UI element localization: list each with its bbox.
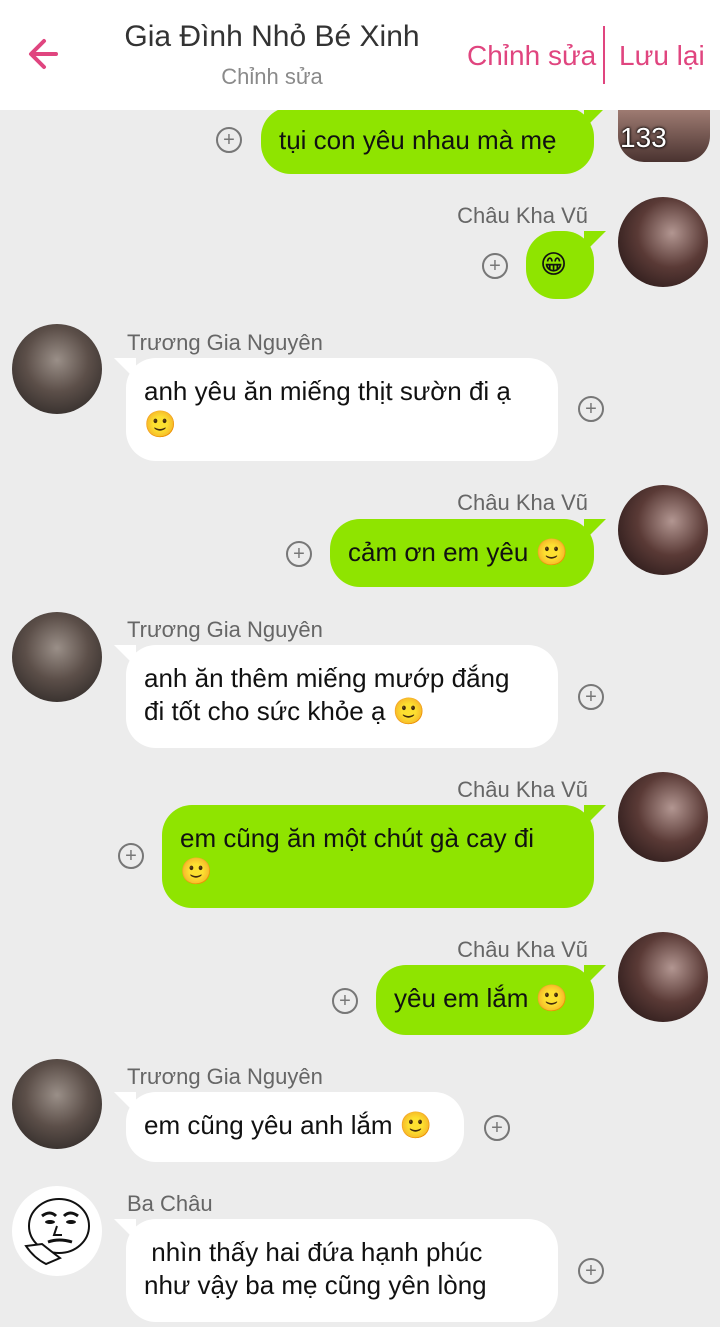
header-divider — [603, 26, 605, 84]
edit-button[interactable]: Chỉnh sửa — [467, 40, 596, 72]
message-bubble[interactable]: 😁 — [526, 231, 606, 299]
chat-header: Gia Đình Nhỏ Bé Xinh Chỉnh sửa Chỉnh sửa… — [0, 0, 720, 110]
back-arrow-icon — [29, 39, 58, 69]
message-bubble[interactable]: em cũng yêu anh lắm 🙂 — [114, 1092, 464, 1162]
back-button[interactable] — [22, 30, 66, 78]
message-text: tụi con yêu nhau mà mẹ — [279, 125, 557, 155]
message-text: em cũng yêu anh lắm 🙂 — [144, 1110, 433, 1140]
sender-name: Trương Gia Nguyên — [127, 330, 323, 355]
message-bubble[interactable]: yêu em lắm 🙂 — [376, 965, 606, 1035]
avatar[interactable] — [618, 197, 708, 287]
sender-name: Châu Kha Vũ — [457, 490, 588, 515]
group-subtitle: Chỉnh sửa — [221, 64, 323, 89]
add-reaction-button[interactable]: + — [578, 396, 604, 422]
add-reaction-button[interactable]: + — [484, 1115, 510, 1141]
message-text: 😁 — [540, 249, 568, 279]
sender-name: Châu Kha Vũ — [457, 203, 588, 228]
add-reaction-button[interactable]: + — [286, 541, 312, 567]
message-text: anh ăn thêm miếng mướp đắng đi tốt cho s… — [144, 663, 510, 726]
message-bubble[interactable]: tụi con yêu nhau mà mẹ — [261, 107, 606, 174]
avatar[interactable] — [12, 1186, 102, 1276]
message-bubble[interactable]: anh ăn thêm miếng mướp đắng đi tốt cho s… — [114, 645, 558, 748]
add-reaction-button[interactable]: + — [482, 253, 508, 279]
avatar[interactable] — [618, 485, 708, 575]
sender-name: Trương Gia Nguyên — [127, 617, 323, 642]
add-reaction-button[interactable]: + — [216, 127, 242, 153]
save-button[interactable]: Lưu lại — [619, 40, 705, 72]
meme-face-icon — [24, 1198, 90, 1266]
avatar-overlay-text: 133 joy — [620, 122, 667, 162]
message-text: yêu em lắm 🙂 — [394, 983, 568, 1013]
add-reaction-button[interactable]: + — [578, 1258, 604, 1284]
sender-name: Châu Kha Vũ — [457, 777, 588, 802]
group-title: Gia Đình Nhỏ Bé Xinh — [124, 20, 420, 53]
avatar[interactable]: 133 joy — [618, 110, 710, 162]
add-reaction-button[interactable]: + — [578, 684, 604, 710]
avatar[interactable] — [618, 772, 708, 862]
avatar[interactable] — [12, 1059, 102, 1149]
add-reaction-button[interactable]: + — [332, 988, 358, 1014]
message-bubble[interactable]: nhìn thấy hai đứa hạnh phúc như vậy ba m… — [114, 1219, 558, 1322]
message-text: em cũng ăn một chút gà cay đi 🙂 — [180, 823, 535, 886]
message-text: anh yêu ăn miếng thịt sườn đi ạ 🙂 — [144, 376, 511, 439]
message-bubble[interactable]: em cũng ăn một chút gà cay đi 🙂 — [162, 805, 606, 908]
avatar[interactable] — [12, 612, 102, 702]
message-bubble[interactable]: anh yêu ăn miếng thịt sườn đi ạ 🙂 — [114, 358, 558, 461]
message-bubble[interactable]: cảm ơn em yêu 🙂 — [330, 519, 606, 587]
add-reaction-button[interactable]: + — [118, 843, 144, 869]
message-text: cảm ơn em yêu 🙂 — [348, 537, 568, 567]
sender-name: Trương Gia Nguyên — [127, 1064, 323, 1089]
sender-name: Châu Kha Vũ — [457, 937, 588, 962]
sender-name: Ba Châu — [127, 1191, 213, 1216]
message-text: nhìn thấy hai đứa hạnh phúc như vậy ba m… — [144, 1237, 487, 1300]
avatar[interactable] — [12, 324, 102, 414]
avatar[interactable] — [618, 932, 708, 1022]
